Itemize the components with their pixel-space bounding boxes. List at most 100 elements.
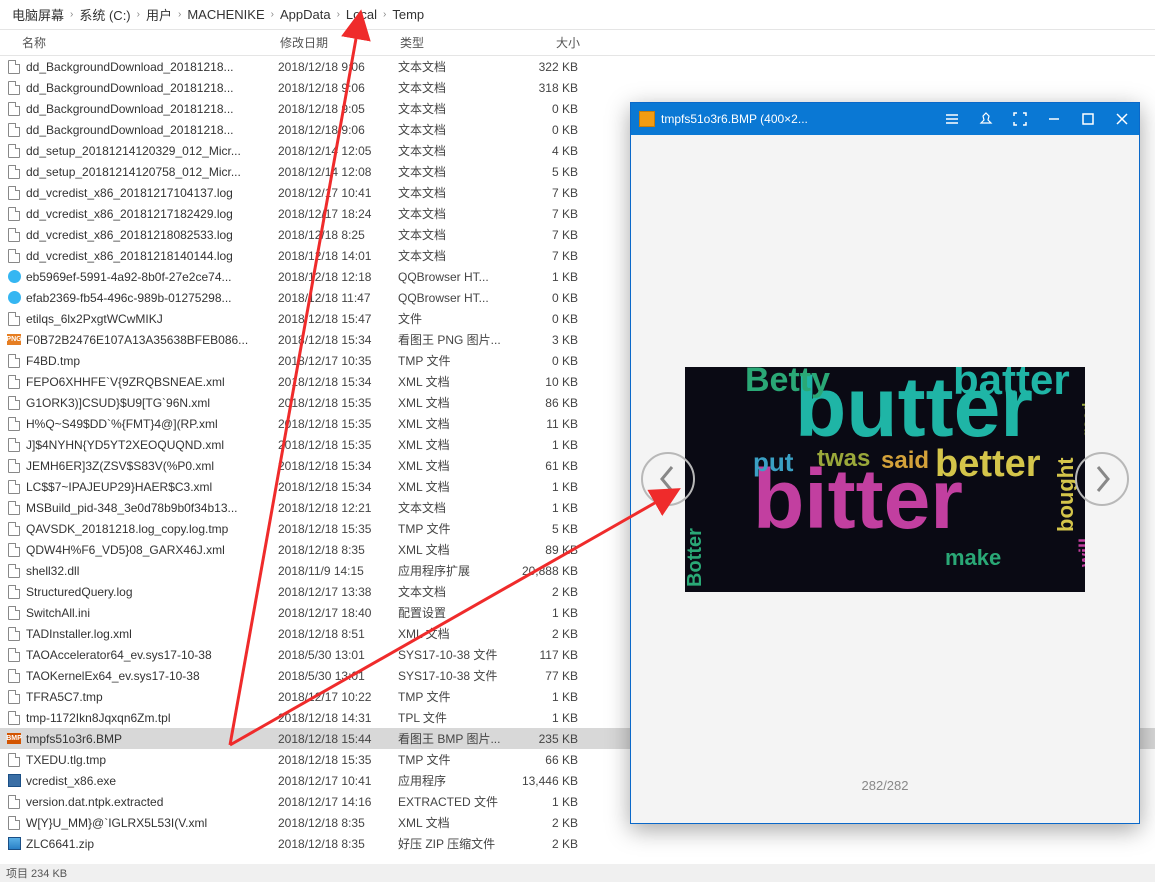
file-type: 文本文档 bbox=[398, 499, 518, 516]
file-type: 文本文档 bbox=[398, 205, 518, 222]
menu-button[interactable] bbox=[935, 103, 969, 135]
file-icon bbox=[6, 437, 22, 453]
file-size: 1 KB bbox=[518, 690, 598, 704]
breadcrumb: 电脑屏幕›系统 (C:)›用户›MACHENIKE›AppData›Local›… bbox=[0, 0, 1155, 30]
breadcrumb-item[interactable]: 系统 (C:) bbox=[75, 5, 134, 24]
viewer-title-text: tmpfs51o3r6.BMP (400×2... bbox=[661, 112, 808, 126]
file-date: 2018/12/18 8:25 bbox=[278, 228, 398, 242]
close-button[interactable] bbox=[1105, 103, 1139, 135]
file-size: 10 KB bbox=[518, 375, 598, 389]
wordcloud-word: good bbox=[1080, 402, 1085, 436]
file-date: 2018/12/18 8:51 bbox=[278, 627, 398, 641]
file-type: 文本文档 bbox=[398, 79, 518, 96]
table-row[interactable]: ZLC6641.zip2018/12/18 8:35好压 ZIP 压缩文件2 K… bbox=[0, 833, 1155, 854]
file-icon bbox=[6, 689, 22, 705]
wordcloud-word: said bbox=[881, 449, 929, 473]
col-size[interactable]: 大小 bbox=[520, 34, 600, 51]
file-date: 2018/12/18 15:35 bbox=[278, 417, 398, 431]
file-date: 2018/12/18 14:01 bbox=[278, 249, 398, 263]
pin-button[interactable] bbox=[969, 103, 1003, 135]
wordcloud-word: batter bbox=[953, 367, 1070, 401]
file-icon bbox=[6, 416, 22, 432]
chevron-right-icon: › bbox=[135, 9, 142, 20]
file-date: 2018/12/18 15:35 bbox=[278, 753, 398, 767]
viewer-app-icon bbox=[639, 111, 655, 127]
file-name: dd_BackgroundDownload_20181218... bbox=[26, 60, 278, 74]
file-size: 7 KB bbox=[518, 186, 598, 200]
breadcrumb-item[interactable]: MACHENIKE bbox=[183, 7, 268, 22]
viewer-body: butterbitterbatterBettybettersaidtwasput… bbox=[631, 135, 1139, 823]
table-row[interactable]: dd_BackgroundDownload_20181218...2018/12… bbox=[0, 77, 1155, 98]
col-date[interactable]: 修改日期 bbox=[280, 34, 400, 51]
image-viewer-window[interactable]: tmpfs51o3r6.BMP (400×2... butterbitterba… bbox=[630, 102, 1140, 824]
breadcrumb-item[interactable]: Temp bbox=[388, 7, 428, 22]
file-name: StructuredQuery.log bbox=[26, 585, 278, 599]
file-name: QDW4H%F6_VD5}08_GARX46J.xml bbox=[26, 543, 278, 557]
table-row[interactable]: dd_BackgroundDownload_20181218...2018/12… bbox=[0, 56, 1155, 77]
file-date: 2018/5/30 13:01 bbox=[278, 669, 398, 683]
viewer-titlebar[interactable]: tmpfs51o3r6.BMP (400×2... bbox=[631, 103, 1139, 135]
file-name: efab2369-fb54-496c-989b-01275298... bbox=[26, 291, 278, 305]
file-type: XML 文档 bbox=[398, 625, 518, 642]
file-icon bbox=[6, 647, 22, 663]
file-name: FEPO6XHHFE`V{9ZRQBSNEAE.xml bbox=[26, 375, 278, 389]
breadcrumb-item[interactable]: 电脑屏幕 bbox=[8, 5, 68, 24]
file-size: 0 KB bbox=[518, 312, 598, 326]
file-name: eb5969ef-5991-4a92-8b0f-27e2ce74... bbox=[26, 270, 278, 284]
file-date: 2018/12/18 15:44 bbox=[278, 732, 398, 746]
file-date: 2018/12/18 9:06 bbox=[278, 123, 398, 137]
breadcrumb-item[interactable]: AppData bbox=[276, 7, 335, 22]
file-size: 13,446 KB bbox=[518, 774, 598, 788]
png-icon: PNG bbox=[6, 332, 22, 348]
bmp-icon: BMP bbox=[6, 731, 22, 747]
file-name: MSBuild_pid-348_3e0d78b9b0f34b13... bbox=[26, 501, 278, 515]
next-image-button[interactable] bbox=[1075, 452, 1129, 506]
file-date: 2018/12/14 12:05 bbox=[278, 144, 398, 158]
file-type: XML 文档 bbox=[398, 478, 518, 495]
file-type: TMP 文件 bbox=[398, 352, 518, 369]
file-type: QQBrowser HT... bbox=[398, 270, 518, 284]
file-name: SwitchAll.ini bbox=[26, 606, 278, 620]
file-date: 2018/12/18 15:34 bbox=[278, 333, 398, 347]
file-date: 2018/12/18 8:35 bbox=[278, 543, 398, 557]
breadcrumb-item[interactable]: Local bbox=[342, 7, 381, 22]
col-name[interactable]: 名称 bbox=[0, 34, 280, 51]
file-icon bbox=[6, 668, 22, 684]
file-type: 文本文档 bbox=[398, 226, 518, 243]
file-size: 5 KB bbox=[518, 165, 598, 179]
file-type: 文本文档 bbox=[398, 247, 518, 264]
file-type: 应用程序扩展 bbox=[398, 562, 518, 579]
file-size: 89 KB bbox=[518, 543, 598, 557]
file-date: 2018/12/18 9:06 bbox=[278, 81, 398, 95]
file-icon bbox=[6, 311, 22, 327]
file-size: 1 KB bbox=[518, 795, 598, 809]
file-icon bbox=[6, 395, 22, 411]
file-date: 2018/5/30 13:01 bbox=[278, 648, 398, 662]
file-size: 3 KB bbox=[518, 333, 598, 347]
chevron-right-icon: › bbox=[335, 9, 342, 20]
prev-image-button[interactable] bbox=[641, 452, 695, 506]
wordcloud-word: Betty bbox=[745, 367, 830, 397]
file-name: tmpfs51o3r6.BMP bbox=[26, 732, 278, 746]
file-date: 2018/12/17 14:16 bbox=[278, 795, 398, 809]
file-size: 117 KB bbox=[518, 648, 598, 662]
minimize-button[interactable] bbox=[1037, 103, 1071, 135]
file-type: EXTRACTED 文件 bbox=[398, 793, 518, 810]
file-icon bbox=[6, 353, 22, 369]
file-icon bbox=[6, 185, 22, 201]
wordcloud-word: Botter bbox=[685, 528, 705, 587]
file-date: 2018/12/18 8:35 bbox=[278, 837, 398, 851]
wordcloud-word: better bbox=[935, 445, 1041, 483]
breadcrumb-item[interactable]: 用户 bbox=[142, 5, 176, 24]
file-name: W[Y}U_MM}@`IGLRX5L53I(V.xml bbox=[26, 816, 278, 830]
file-date: 2018/12/18 15:35 bbox=[278, 522, 398, 536]
maximize-button[interactable] bbox=[1071, 103, 1105, 135]
file-name: LC$$7~IPAJEUP29}HAER$C3.xml bbox=[26, 480, 278, 494]
fullscreen-button[interactable] bbox=[1003, 103, 1037, 135]
file-type: 文件 bbox=[398, 310, 518, 327]
file-name: dd_BackgroundDownload_20181218... bbox=[26, 102, 278, 116]
file-type: 文本文档 bbox=[398, 100, 518, 117]
col-type[interactable]: 类型 bbox=[400, 34, 520, 51]
file-name: TADInstaller.log.xml bbox=[26, 627, 278, 641]
file-size: 1 KB bbox=[518, 270, 598, 284]
